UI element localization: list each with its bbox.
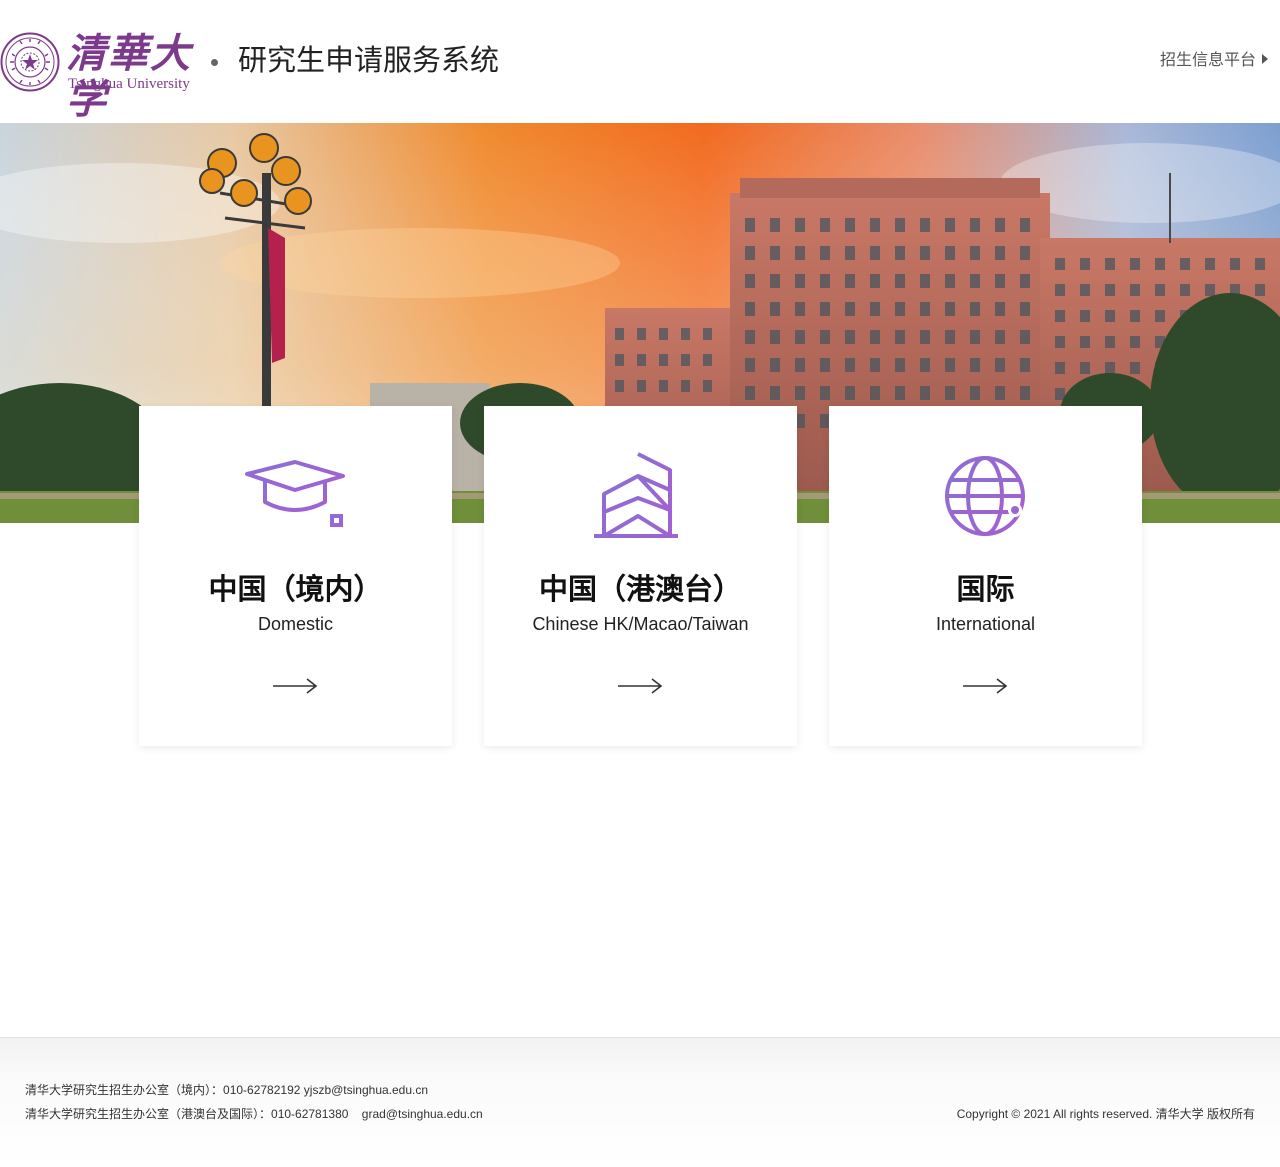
international-card-title: 国际 [956, 574, 1015, 606]
domestic-card[interactable]: 中国（境内） Domestic [139, 406, 452, 746]
university-seal-icon [0, 32, 60, 92]
arrow-right-icon[interactable] [617, 676, 663, 696]
domestic-office-email[interactable]: yjszb@tsinghua.edu.cn [304, 1083, 428, 1097]
system-title: 研究生申请服务系统 [238, 45, 500, 77]
caret-right-icon [1262, 54, 1268, 64]
international-office-contact: 清华大学研究生招生办公室（港澳台及国际）：010-62781380 grad@t… [25, 1106, 483, 1122]
admission-info-platform-link[interactable]: 招生信息平台 [1160, 50, 1268, 72]
arrow-right-icon[interactable] [272, 676, 318, 696]
title-separator-dot [211, 59, 218, 66]
building-icon [594, 452, 678, 538]
graduation-cap-icon [245, 460, 345, 527]
site-header: 清華大学 Tsinghua University 研究生申请服务系统 招生信息平… [0, 0, 1280, 123]
international-card-subtitle: International [935, 614, 1036, 634]
hk-macao-taiwan-card[interactable]: 中国（港澳台） Chinese HK/Macao/Taiwan [484, 406, 797, 746]
international-office-phone: 010-62781380 [271, 1107, 349, 1121]
domestic-office-label: 清华大学研究生招生办公室（境内）： [25, 1083, 224, 1097]
globe-icon [945, 456, 1025, 536]
international-office-email[interactable]: grad@tsinghua.edu.cn [362, 1107, 483, 1121]
arrow-right-icon[interactable] [962, 676, 1008, 696]
site-footer: 清华大学研究生招生办公室（境内）：010-62782192 yjszb@tsin… [0, 1037, 1280, 1167]
hk-macao-taiwan-card-subtitle: Chinese HK/Macao/Taiwan [532, 614, 749, 634]
international-card[interactable]: 国际 International [829, 406, 1142, 746]
admission-info-platform-label: 招生信息平台 [1159, 52, 1256, 69]
tsinghua-logo[interactable]: 清華大学 Tsinghua University [0, 31, 200, 123]
domestic-office-phone: 010-62782192 [223, 1083, 301, 1097]
domestic-card-subtitle: Domestic [257, 614, 333, 634]
copyright-notice: Copyright © 2021 All rights reserved. 清华… [956, 1107, 1255, 1121]
logo-english-name: Tsinghua University [68, 76, 190, 92]
domestic-card-title: 中国（境内） [208, 574, 383, 606]
hk-macao-taiwan-card-title: 中国（港澳台） [538, 574, 742, 606]
domestic-office-contact: 清华大学研究生招生办公室（境内）：010-62782192 yjszb@tsin… [25, 1082, 428, 1098]
international-office-label: 清华大学研究生招生办公室（港澳台及国际）： [25, 1107, 272, 1121]
